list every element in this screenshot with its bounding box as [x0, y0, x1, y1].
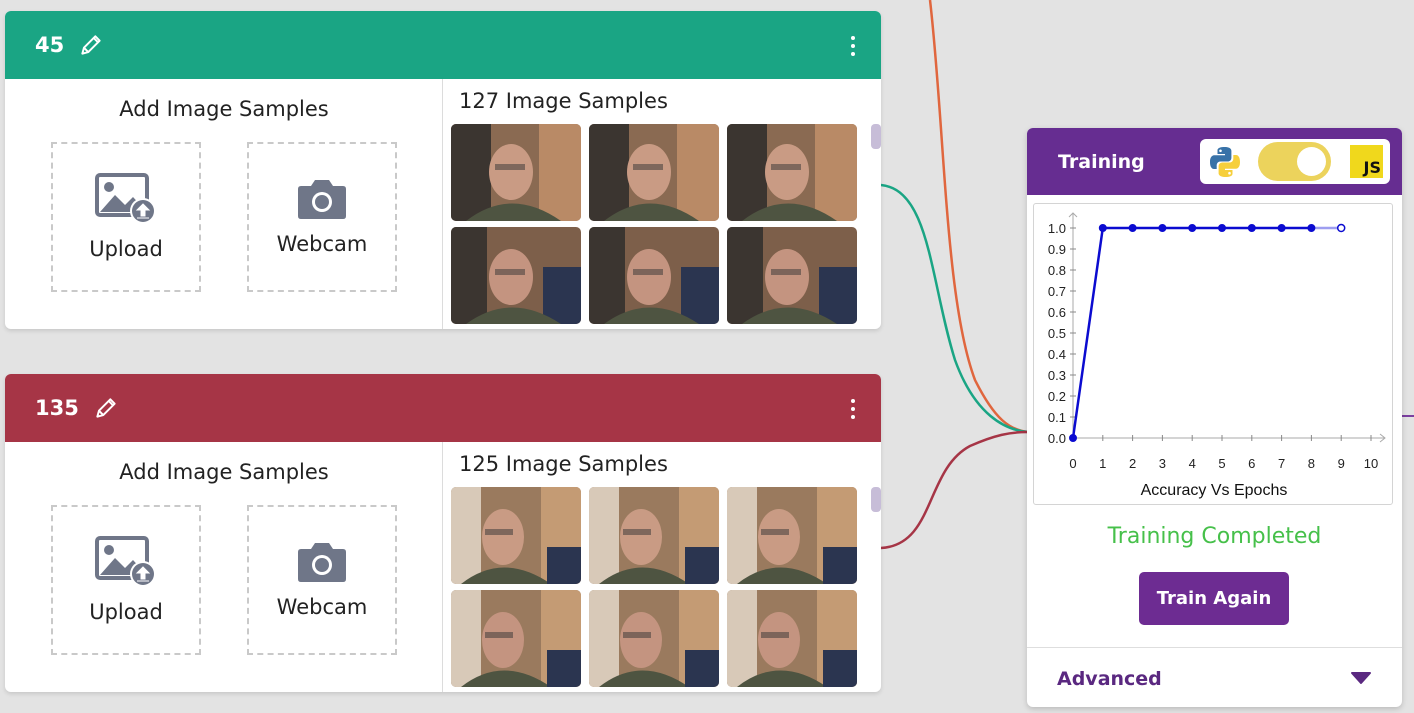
accuracy-point — [1069, 434, 1077, 442]
x-tick-label: 1 — [1099, 456, 1106, 471]
training-title: Training — [1058, 150, 1145, 173]
accuracy-point — [1128, 224, 1137, 232]
class-header: 135 — [5, 374, 881, 442]
sample-thumbnail[interactable] — [727, 590, 857, 687]
wire-class2 — [880, 430, 1029, 550]
sample-grid — [451, 487, 857, 687]
accuracy-point — [1188, 224, 1197, 232]
upload-label: Upload — [89, 237, 163, 261]
advanced-toggle[interactable]: Advanced — [1027, 648, 1402, 707]
y-tick-label: 1.0 — [1048, 221, 1066, 236]
accuracy-chart: 0.0 0.1 0.2 0.3 0.4 0.5 0.6 0.7 0.8 0.9 1.0 0 1 2 3 4 5 6… — [1033, 203, 1393, 505]
javascript-label: JS — [1363, 158, 1381, 177]
image-upload-icon — [95, 536, 156, 587]
samples-panel: 127 Image Samples — [443, 79, 881, 329]
sample-thumbnail[interactable] — [451, 590, 581, 687]
sample-thumbnail[interactable] — [727, 227, 857, 324]
add-samples-panel: Add Image Samples Upload Webcam — [5, 79, 443, 329]
edit-name-icon[interactable] — [78, 32, 104, 58]
advanced-label: Advanced — [1057, 668, 1162, 690]
add-samples-panel: Add Image Samples Upload Webcam — [5, 442, 443, 692]
webcam-label: Webcam — [276, 595, 368, 619]
accuracy-point — [1158, 224, 1167, 232]
javascript-icon[interactable]: JS — [1350, 145, 1383, 178]
x-tick-label: 0 — [1069, 456, 1076, 471]
training-status: Training Completed — [1107, 524, 1322, 549]
python-icon[interactable] — [1208, 145, 1242, 184]
sample-thumbnail[interactable] — [727, 487, 857, 584]
y-tick-label: 0.0 — [1048, 431, 1066, 446]
accuracy-point — [1336, 223, 1346, 233]
x-tick-label: 3 — [1159, 456, 1166, 471]
sample-grid — [451, 124, 857, 324]
x-tick-label: 4 — [1189, 456, 1196, 471]
sample-thumbnail[interactable] — [589, 487, 719, 584]
more-options-icon[interactable] — [847, 397, 859, 421]
training-panel: Training JS 0.0 0.1 0.2 0.3 0.4 0.5 0.6 0.7 0.8 0… — [1027, 128, 1402, 707]
webcam-button[interactable]: Webcam — [247, 142, 397, 292]
accuracy-point — [1307, 224, 1316, 232]
webcam-label: Webcam — [276, 232, 368, 256]
upload-label: Upload — [89, 600, 163, 624]
image-upload-icon — [95, 173, 156, 224]
x-tick-label: 5 — [1218, 456, 1225, 471]
samples-count: 127 Image Samples — [459, 89, 668, 113]
x-tick-label: 9 — [1338, 456, 1345, 471]
samples-count: 125 Image Samples — [459, 452, 668, 476]
camera-icon — [298, 180, 346, 219]
y-tick-label: 0.8 — [1048, 263, 1066, 278]
sample-thumbnail[interactable] — [589, 590, 719, 687]
y-tick-label: 0.5 — [1048, 326, 1066, 341]
class-card: 135 Add Image Samples Upload Webcam 125 … — [5, 374, 881, 692]
samples-scrollbar[interactable] — [871, 487, 881, 512]
sample-thumbnail[interactable] — [451, 487, 581, 584]
accuracy-line — [1071, 226, 1312, 439]
camera-icon — [298, 543, 346, 582]
samples-panel: 125 Image Samples — [443, 442, 881, 692]
language-switch: JS — [1200, 139, 1390, 184]
chevron-down-icon — [1351, 672, 1371, 684]
upload-button[interactable]: Upload — [51, 505, 201, 655]
y-tick-label: 0.2 — [1048, 389, 1066, 404]
training-header: Training JS — [1027, 128, 1402, 195]
wire-class1 — [880, 183, 1029, 434]
chart-title: Accuracy Vs Epochs — [1141, 482, 1288, 499]
x-tick-label: 8 — [1308, 456, 1315, 471]
y-tick-label: 0.3 — [1048, 368, 1066, 383]
samples-scrollbar[interactable] — [871, 124, 881, 149]
sample-thumbnail[interactable] — [589, 124, 719, 221]
sample-thumbnail[interactable] — [451, 124, 581, 221]
y-tick-label: 0.7 — [1048, 284, 1066, 299]
add-samples-title: Add Image Samples — [119, 460, 329, 484]
wire-orange — [928, 0, 1029, 434]
y-tick-label: 0.4 — [1048, 347, 1066, 362]
sample-thumbnail[interactable] — [727, 124, 857, 221]
accuracy-point — [1098, 224, 1107, 232]
webcam-button[interactable]: Webcam — [247, 505, 397, 655]
class-name: 45 — [35, 33, 65, 57]
x-tick-label: 2 — [1129, 456, 1136, 471]
sample-thumbnail[interactable] — [451, 227, 581, 324]
upload-button[interactable]: Upload — [51, 142, 201, 292]
x-tick-label: 7 — [1278, 456, 1285, 471]
x-tick-label: 6 — [1248, 456, 1255, 471]
sample-thumbnail[interactable] — [589, 227, 719, 324]
train-again-button[interactable]: Train Again — [1139, 572, 1289, 625]
accuracy-point — [1277, 224, 1286, 232]
y-tick-label: 0.6 — [1048, 305, 1066, 320]
y-tick-label: 0.1 — [1048, 410, 1066, 425]
class-header: 45 — [5, 11, 881, 79]
edit-name-icon[interactable] — [93, 395, 119, 421]
y-tick-label: 0.9 — [1048, 242, 1066, 257]
language-toggle[interactable] — [1258, 142, 1331, 181]
class-card: 45 Add Image Samples Upload Webcam 127 I… — [5, 11, 881, 329]
accuracy-point — [1218, 224, 1226, 232]
more-options-icon[interactable] — [847, 34, 859, 58]
class-name: 135 — [35, 396, 79, 420]
x-tick-label: 10 — [1364, 456, 1378, 471]
accuracy-point — [1247, 224, 1256, 232]
add-samples-title: Add Image Samples — [119, 97, 329, 121]
